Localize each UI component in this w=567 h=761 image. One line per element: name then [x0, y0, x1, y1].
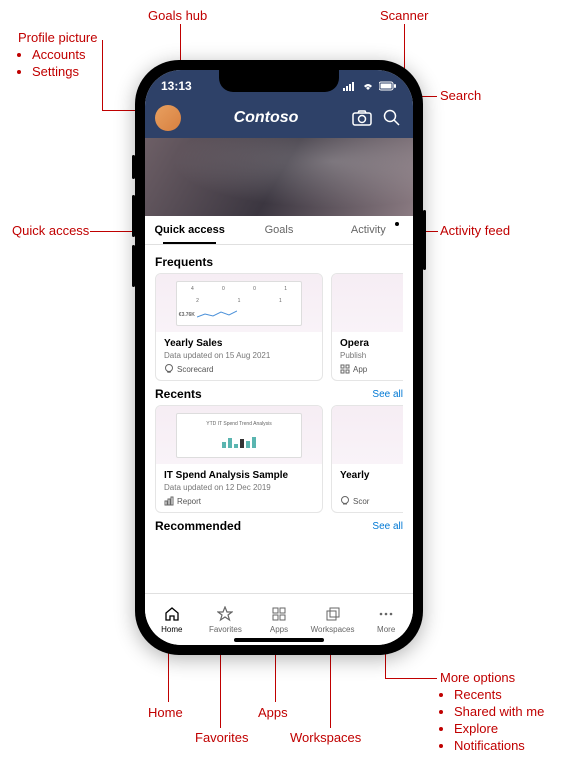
card-yearly-sales[interactable]: 4001 211 €3.76K Yearly Sales Data update…: [155, 273, 323, 381]
card-meta: Scorecard: [164, 364, 314, 374]
report-thumb-icon: YTD IT Spend Trend Analysis: [176, 413, 302, 458]
card-yearly[interactable]: Yearly Scor: [331, 405, 403, 513]
scanner-button[interactable]: [351, 107, 373, 129]
app-header: Contoso: [145, 98, 413, 138]
home-icon: [163, 605, 181, 623]
card-title: Yearly Sales: [164, 338, 314, 349]
annotation-line: [102, 40, 103, 110]
search-button[interactable]: [381, 107, 403, 129]
frequents-row[interactable]: 4001 211 €3.76K Yearly Sales Data update…: [155, 273, 403, 381]
app-icon: [340, 364, 350, 374]
card-opera[interactable]: Opera Publish App: [331, 273, 403, 381]
scorecard-icon: [340, 496, 350, 506]
tab-activity[interactable]: Activity: [324, 216, 413, 244]
card-meta: Scor: [340, 496, 403, 506]
card-meta: Report: [164, 496, 314, 506]
card-thumb: [332, 406, 403, 464]
section-header-recommended: Recommended See all: [155, 519, 403, 533]
activity-dot-icon: [395, 222, 399, 226]
annotation-favorites: Favorites: [195, 730, 248, 747]
card-title: Opera: [340, 338, 403, 349]
phone-frame: 13:13 Contoso Quick access Goals: [135, 60, 423, 655]
card-subtitle: Data updated on 15 Aug 2021: [164, 351, 314, 360]
see-all-recommended[interactable]: See all: [372, 521, 403, 532]
section-title: Frequents: [155, 255, 213, 269]
signal-icon: [343, 81, 357, 91]
annotation-quick-access: Quick access: [12, 223, 89, 240]
section-title: Recommended: [155, 519, 241, 533]
more-icon: [377, 605, 395, 623]
annotation-activity-feed: Activity feed: [440, 223, 510, 240]
card-thumb: YTD IT Spend Trend Analysis: [156, 406, 322, 464]
recents-row[interactable]: YTD IT Spend Trend Analysis IT Spend Ana…: [155, 405, 403, 513]
scorecard-icon: [164, 364, 174, 374]
avatar[interactable]: [155, 105, 181, 131]
card-it-spend[interactable]: YTD IT Spend Trend Analysis IT Spend Ana…: [155, 405, 323, 513]
annotation-search: Search: [440, 88, 481, 105]
card-thumb: 4001 211 €3.76K: [156, 274, 322, 332]
tab-bar: Quick access Goals Activity: [145, 216, 413, 245]
annotation-goals-hub: Goals hub: [148, 8, 207, 25]
status-time: 13:13: [161, 79, 192, 93]
nav-home[interactable]: Home: [145, 594, 199, 645]
star-icon: [216, 605, 234, 623]
card-title: Yearly: [340, 470, 403, 481]
notch: [219, 70, 339, 92]
home-indicator[interactable]: [234, 638, 324, 642]
annotation-more: More options Recents Shared with me Expl…: [440, 670, 544, 754]
search-icon: [383, 109, 401, 127]
see-all-recents[interactable]: See all: [372, 389, 403, 400]
annotation-line: [385, 678, 437, 679]
annotation-scanner: Scanner: [380, 8, 428, 25]
card-meta: App: [340, 364, 403, 374]
annotation-home: Home: [148, 705, 183, 722]
card-thumb: [332, 274, 403, 332]
card-subtitle: Data updated on 12 Dec 2019: [164, 483, 314, 492]
workspaces-icon: [324, 605, 342, 623]
section-header-frequents: Frequents: [155, 255, 403, 269]
annotation-workspaces: Workspaces: [290, 730, 361, 747]
scorecard-thumb-icon: 4001 211 €3.76K: [176, 281, 302, 326]
tab-goals[interactable]: Goals: [234, 216, 323, 244]
section-header-recents: Recents See all: [155, 387, 403, 401]
section-title: Recents: [155, 387, 202, 401]
card-subtitle: Publish: [340, 351, 403, 360]
apps-icon: [270, 605, 288, 623]
nav-more[interactable]: More: [359, 594, 413, 645]
app-title: Contoso: [189, 109, 343, 127]
annotation-profile: Profile picture Accounts Settings: [18, 30, 97, 81]
battery-icon: [379, 81, 397, 91]
phone-screen: 13:13 Contoso Quick access Goals: [145, 70, 413, 645]
annotation-apps: Apps: [258, 705, 288, 722]
report-icon: [164, 496, 174, 506]
card-title: IT Spend Analysis Sample: [164, 470, 314, 481]
tab-quick-access[interactable]: Quick access: [145, 216, 234, 244]
wifi-icon: [361, 81, 375, 91]
content-area: Frequents 4001 211 €3.76K Yearly Sales D…: [145, 245, 413, 589]
camera-icon: [352, 110, 372, 126]
hero-image: [145, 138, 413, 216]
